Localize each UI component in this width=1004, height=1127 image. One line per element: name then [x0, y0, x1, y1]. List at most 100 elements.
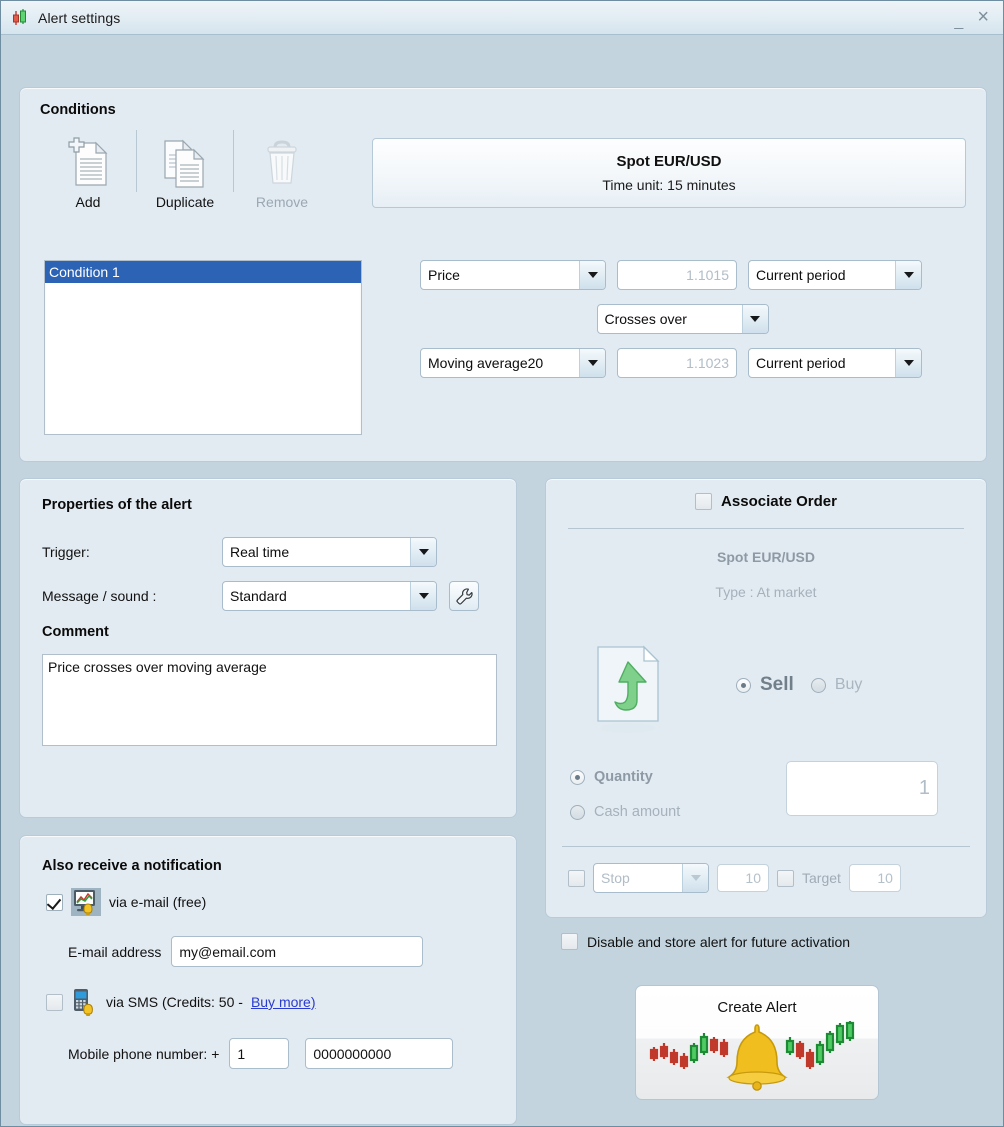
- email-address-row: E-mail address my@email.com: [68, 936, 424, 967]
- chevron-down-icon: [579, 261, 605, 289]
- sell-label: Sell: [760, 674, 794, 695]
- chevron-down-icon: [410, 538, 436, 566]
- title-bar: Alert settings _ ×: [1, 1, 1003, 35]
- buy-radio[interactable]: [810, 677, 826, 693]
- remove-condition-button[interactable]: Remove: [238, 135, 326, 210]
- operator-value: Crosses over: [604, 311, 687, 327]
- email-address-input[interactable]: my@email.com: [171, 936, 424, 967]
- target-checkbox[interactable]: [777, 869, 794, 887]
- trigger-select[interactable]: Real time: [222, 537, 437, 567]
- notification-title: Also receive a notification: [42, 858, 222, 874]
- chevron-down-icon: [741, 305, 768, 333]
- trigger-value: Real time: [230, 544, 290, 560]
- order-divider-top: [568, 528, 964, 529]
- cash-amount-radio-row: Cash amount: [570, 804, 680, 820]
- email-checkbox[interactable]: [46, 893, 63, 911]
- green-up-arrow-document-icon: [594, 644, 668, 736]
- stop-value-label: Stop: [601, 870, 630, 886]
- sms-notification-row: via SMS (Credits: 50 - Buy more): [46, 988, 316, 1016]
- right-period-select[interactable]: Current period: [748, 348, 922, 378]
- left-period-select[interactable]: Current period: [748, 260, 922, 290]
- associate-order-checkbox[interactable]: [695, 493, 713, 510]
- chevron-down-icon: [682, 864, 708, 892]
- operator-select[interactable]: Crosses over: [596, 304, 769, 334]
- message-select[interactable]: Standard: [222, 581, 437, 611]
- instrument-name: Spot EUR/USD: [616, 153, 722, 170]
- direction-radio-group: Sell Buy: [736, 674, 862, 696]
- mobile-phone-row: Mobile phone number: + 1 0000000000: [68, 1038, 454, 1069]
- create-alert-label: Create Alert: [717, 999, 797, 1016]
- condition-list[interactable]: Condition 1: [44, 260, 362, 435]
- mobile-phone-label: Mobile phone number: +: [68, 1045, 220, 1062]
- toolbar-separator-2: [233, 130, 234, 192]
- buy-more-link[interactable]: Buy more): [251, 994, 316, 1010]
- message-row: Message / sound : Standard: [42, 581, 479, 611]
- message-settings-button[interactable]: [449, 581, 479, 611]
- chevron-down-icon: [895, 261, 921, 289]
- expression-row-left: Price 1.1015 Current period: [420, 260, 945, 290]
- condition-expression: Price 1.1015 Current period Crosses over: [420, 260, 945, 392]
- disable-alert-checkbox[interactable]: [561, 933, 578, 950]
- trigger-label: Trigger:: [42, 544, 90, 560]
- email-label: via e-mail (free): [109, 894, 207, 910]
- duplicate-condition-button[interactable]: Duplicate: [141, 135, 229, 210]
- stop-select[interactable]: Stop: [593, 863, 709, 893]
- comment-textarea[interactable]: Price crosses over moving average: [42, 654, 497, 746]
- country-code-input[interactable]: 1: [229, 1038, 290, 1069]
- phone-number-input[interactable]: 0000000000: [305, 1038, 454, 1069]
- add-condition-label: Add: [75, 194, 101, 210]
- email-address-label: E-mail address: [68, 943, 162, 960]
- conditions-title: Conditions: [40, 102, 116, 118]
- left-operand-select[interactable]: Price: [420, 260, 606, 290]
- quantity-input[interactable]: 1: [786, 761, 938, 816]
- wrench-icon: [455, 587, 474, 606]
- sell-radio[interactable]: [736, 677, 751, 693]
- quantity-radio[interactable]: [570, 769, 585, 785]
- right-period-value: Current period: [756, 355, 846, 371]
- minimize-button[interactable]: _: [950, 12, 967, 31]
- left-period-value: Current period: [756, 267, 846, 283]
- email-alert-icon: [71, 888, 101, 916]
- create-alert-button[interactable]: Create Alert: [635, 985, 879, 1100]
- instrument-header: Spot EUR/USD Time unit: 15 minutes: [372, 138, 966, 208]
- trash-icon: [238, 135, 326, 193]
- alert-settings-window: Alert settings _ × Conditions Add Duplic…: [0, 0, 1004, 1127]
- chevron-down-icon: [410, 582, 436, 610]
- expression-row-operator: Crosses over: [420, 304, 945, 334]
- stop-target-row: Stop 10 Target 10: [568, 863, 901, 893]
- sms-checkbox[interactable]: [46, 993, 63, 1011]
- disable-alert-row: Disable and store alert for future activ…: [561, 933, 850, 950]
- remove-condition-label: Remove: [255, 194, 309, 210]
- order-type: Type : At market: [715, 584, 817, 600]
- duplicate-condition-label: Duplicate: [155, 194, 215, 210]
- right-operand-select[interactable]: Moving average20: [420, 348, 606, 378]
- right-value-input[interactable]: 1.1023: [617, 348, 737, 378]
- expression-row-right: Moving average20 1.1023 Current period: [420, 348, 945, 378]
- message-label: Message / sound :: [42, 588, 157, 604]
- trigger-row: Trigger: Real time: [42, 537, 437, 567]
- message-value: Standard: [230, 588, 287, 604]
- comment-label: Comment: [42, 624, 109, 640]
- sms-alert-icon: [71, 988, 98, 1016]
- target-value-input[interactable]: 10: [848, 864, 901, 892]
- stop-value-input[interactable]: 10: [717, 864, 769, 892]
- list-item[interactable]: Condition 1: [45, 261, 361, 283]
- order-divider-bottom: [562, 846, 970, 847]
- toolbar-separator: [136, 130, 137, 192]
- stop-checkbox[interactable]: [568, 869, 585, 887]
- window-title: Alert settings: [38, 9, 121, 26]
- disable-alert-label: Disable and store alert for future activ…: [587, 933, 851, 950]
- add-condition-button[interactable]: Add: [44, 135, 132, 210]
- right-operand-value: Moving average20: [428, 355, 544, 371]
- conditions-toolbar: Add Duplicate Remove: [44, 130, 326, 210]
- buy-label: Buy: [834, 676, 863, 693]
- email-notification-row: via e-mail (free): [46, 888, 206, 916]
- associate-order-panel: Associate Order Spot EUR/USD Type : At m…: [545, 478, 987, 918]
- sms-label: via SMS (Credits: 50 -: [106, 994, 243, 1010]
- add-document-icon: [44, 135, 132, 193]
- close-button[interactable]: ×: [973, 7, 993, 27]
- cash-amount-label: Cash amount: [594, 804, 681, 820]
- associate-order-header: Associate Order: [546, 493, 986, 510]
- left-value-input[interactable]: 1.1015: [617, 260, 737, 290]
- cash-amount-radio[interactable]: [570, 804, 585, 820]
